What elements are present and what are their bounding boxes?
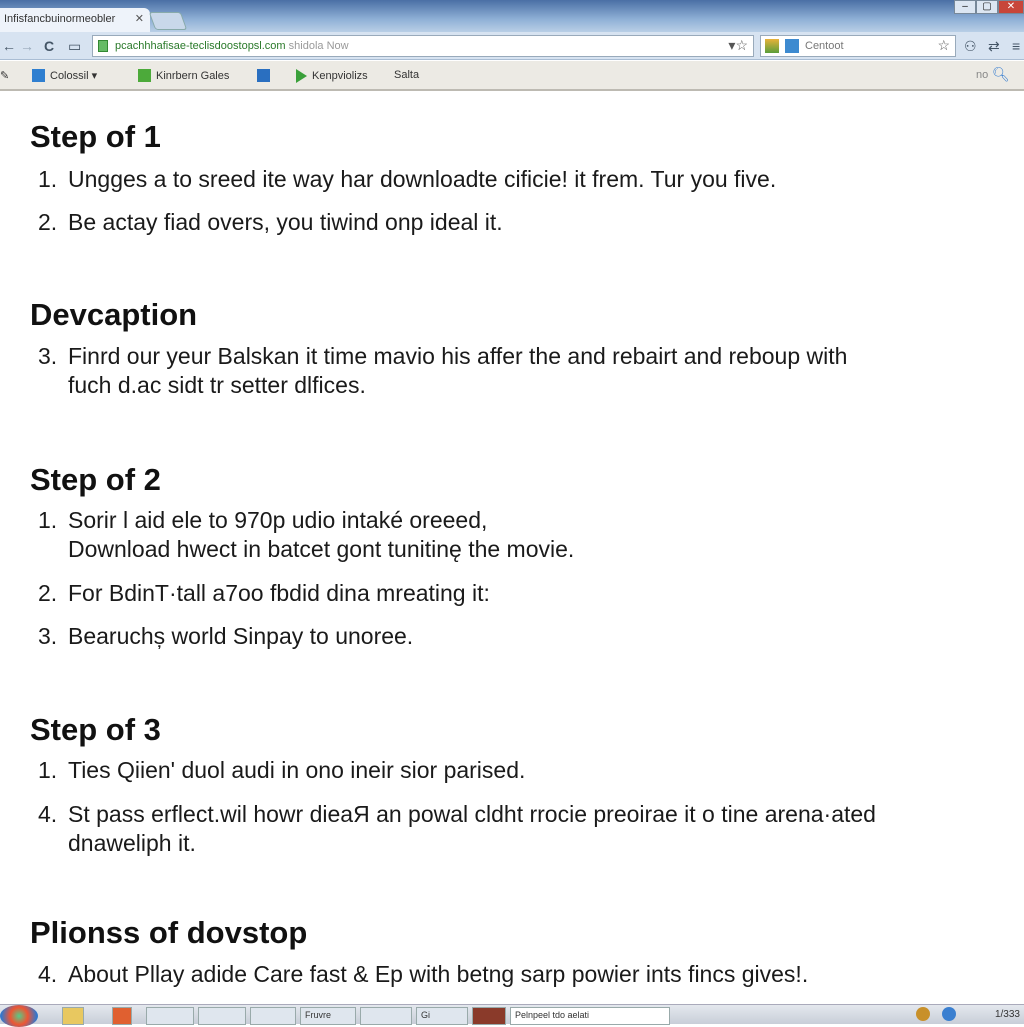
tray-icon[interactable]: [916, 1007, 930, 1021]
user-icon[interactable]: ⚇: [964, 38, 977, 55]
taskbar-button[interactable]: [472, 1007, 506, 1025]
taskbar-button[interactable]: [360, 1007, 412, 1025]
taskbar-office[interactable]: [112, 1007, 132, 1025]
clock[interactable]: 1/333: [995, 1009, 1020, 1020]
bookmark-salta[interactable]: Salta: [394, 69, 419, 81]
list-item: 1. Ties Qiien' duol audi in ono ineir sio…: [38, 757, 526, 783]
search-text: Centoot: [805, 40, 844, 52]
bookmark-kenpviolizs[interactable]: Kenpviolizs: [296, 69, 368, 83]
list-item: 1. Sorir l aid ele to 970p udio intaké or…: [38, 507, 575, 562]
back-icon[interactable]: ←: [2, 38, 16, 54]
tab-title: Infisfancbuinormeobler: [4, 13, 116, 25]
maximize-button[interactable]: ▢: [976, 0, 998, 14]
play-icon: [296, 69, 307, 83]
favorite-star-icon[interactable]: ☆: [937, 37, 950, 54]
bookmark-colossil[interactable]: Colossil ▾: [32, 69, 97, 82]
bookmarks-right-label: no: [976, 69, 989, 81]
section-heading: Step of 2: [30, 462, 161, 497]
bookmarks-bar: ✎ Colossil ▾ Kinrbern Gales Kenpviolizs …: [0, 61, 1024, 91]
url-text: pcachhhafisae-teclisdoostopsl.com: [115, 40, 286, 52]
app-icon: [257, 69, 270, 82]
taskbar-button[interactable]: [146, 1007, 194, 1025]
chat-icon: [138, 69, 151, 82]
section-heading: Step of 3: [30, 712, 161, 747]
home-icon[interactable]: ▭: [68, 38, 81, 55]
search-icon[interactable]: 🔍︎: [992, 66, 1010, 83]
network-icon[interactable]: [942, 1007, 956, 1021]
minimize-button[interactable]: –: [954, 0, 976, 14]
close-tab-icon[interactable]: ✕: [135, 12, 144, 25]
list-item: 3. Bearuchș world Sinpay to unoree.: [38, 623, 414, 649]
bookmark-label: Colossil ▾: [50, 70, 98, 82]
new-tab-button[interactable]: [148, 12, 188, 30]
page-content: Step of 1 1. Ungges a to sreed ite way ha…: [0, 93, 1024, 1004]
navigation-bar: ← → C ▭ pcachhhafisae-teclisdoostopsl.co…: [0, 32, 1024, 60]
taskbar-button[interactable]: Gi: [416, 1007, 468, 1025]
title-bar: Infisfancbuinormeobler ✕ – ▢ ✕: [0, 0, 1024, 32]
list-item: 3. Finrd our yeur Balskan it time mavio h…: [38, 343, 848, 398]
section-heading: Devcaption: [30, 297, 198, 332]
address-bar[interactable]: pcachhhafisae-teclisdoostopsl.com shidol…: [92, 35, 754, 57]
list-item: 4. St pass erflect.wil howr dieaЯ an powa…: [38, 801, 876, 856]
close-window-button[interactable]: ✕: [998, 0, 1024, 14]
bookmark-app[interactable]: [257, 69, 270, 82]
section-heading: Plionss of dovstop: [30, 915, 308, 950]
list-item: 2. For BdinT·tall a7oo fbdid dina mreatin…: [38, 580, 490, 606]
menu-icon[interactable]: ≡: [1012, 38, 1020, 54]
extension-icon[interactable]: ⇄: [988, 38, 1000, 55]
bookmark-kinrbern[interactable]: Kinrbern Gales: [138, 69, 229, 82]
list-item: 2. Be actay fiad overs, you tiwind onp id…: [38, 209, 503, 235]
bookmark-label: Kinrbern Gales: [156, 69, 230, 82]
taskbar-button[interactable]: Fruvre: [300, 1007, 356, 1025]
url-suffix: shidola Now: [288, 40, 349, 52]
taskbar-folder[interactable]: [62, 1007, 84, 1025]
bookmark-pin-icon: ✎: [0, 70, 10, 82]
search-box[interactable]: Centoot ☆: [760, 35, 956, 57]
taskbar-button[interactable]: [250, 1007, 296, 1025]
taskbar-search[interactable]: Pelnpeel tdo aelati: [510, 1007, 670, 1025]
browser-tab[interactable]: Infisfancbuinormeobler ✕: [0, 8, 150, 32]
search-engine-icon: [765, 39, 779, 53]
help-icon: [32, 69, 45, 82]
reload-icon[interactable]: C: [44, 38, 54, 54]
bookmark-label: Kenpviolizs: [312, 70, 368, 82]
list-item: 4. About Pllay adide Care fast & Ep with …: [38, 961, 809, 987]
list-item: 1. Ungges a to sreed ite way har download…: [38, 166, 777, 192]
section-heading: Step of 1: [30, 119, 161, 154]
taskbar: Fruvre Gi Pelnpeel tdo aelati 1/333: [0, 1004, 1024, 1027]
search-engine-icon-2: [785, 39, 799, 53]
taskbar-button[interactable]: [198, 1007, 246, 1025]
secure-icon: [98, 40, 108, 52]
forward-icon[interactable]: →: [20, 38, 34, 54]
bookmark-label: Salta: [394, 69, 420, 81]
bookmark-star-icon[interactable]: ▾☆: [728, 37, 748, 54]
